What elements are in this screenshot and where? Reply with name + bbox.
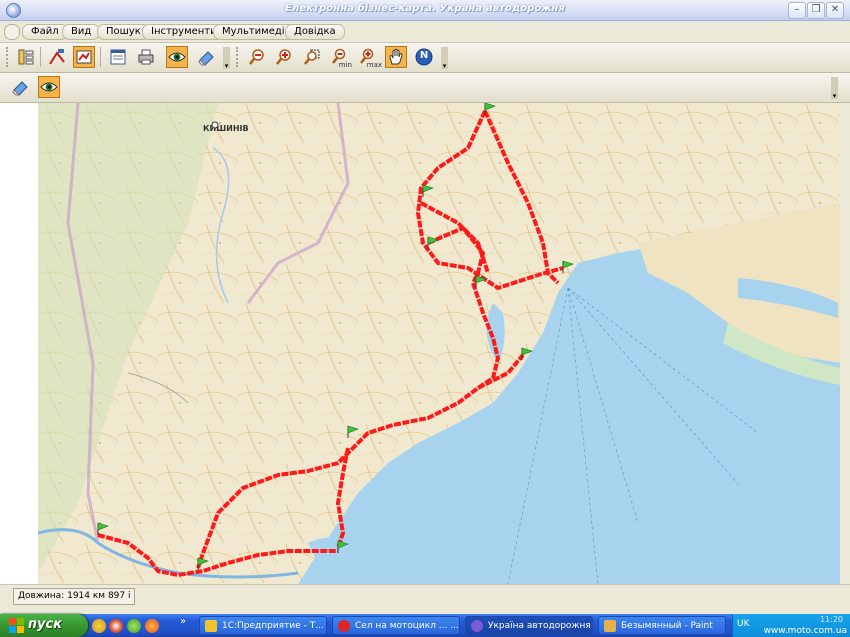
layers-button[interactable] [15, 46, 37, 68]
hand-icon [389, 48, 403, 65]
close-button[interactable]: ✕ [826, 2, 844, 19]
task-label: Україна автодорожня [488, 621, 591, 631]
quicklaunch-icon-1[interactable] [92, 619, 106, 633]
1c-icon [205, 620, 217, 632]
windows-logo-icon [9, 618, 24, 633]
toolbar-overflow[interactable]: ▾ [223, 47, 230, 70]
chrome-icon[interactable] [109, 619, 123, 633]
zoom-min-label: min [338, 61, 352, 69]
toolbar-overflow[interactable]: ▾ [831, 77, 838, 100]
eye-icon [40, 82, 58, 92]
show-route-button[interactable] [38, 76, 60, 98]
firefox-icon[interactable] [145, 619, 159, 633]
toolbar-grip [6, 47, 11, 67]
zoom-rect-button[interactable] [301, 46, 323, 68]
zoom-out-icon [249, 49, 264, 65]
toolbar-separator [100, 47, 101, 67]
toolbar-separator [40, 47, 41, 67]
title-bar[interactable]: Електронна бізнес-карта. Украна автодоро… [0, 0, 850, 21]
taskbar-item-paint[interactable]: Безымянный - Paint [598, 616, 726, 635]
route-tool-icon [49, 49, 65, 65]
menu-bar: Файл Вид Пошук Інструменти Мультимедіа Д… [0, 21, 850, 43]
menu-grip-icon [4, 24, 20, 40]
route-length-status: Довжина: 1914 км 897 і [13, 588, 136, 605]
start-label: пуск [28, 617, 62, 632]
task-label: Сел на мотоцикл ... ... [355, 621, 459, 631]
task-label: Безымянный - Paint [621, 621, 713, 631]
vertical-scrollbar[interactable] [840, 103, 850, 584]
opera-icon [338, 620, 350, 632]
menu-file[interactable]: Файл [22, 24, 68, 40]
clear-route-button[interactable] [9, 76, 31, 98]
navigator-label: N [419, 50, 429, 61]
task-label: 1С:Предприятие - Т... [222, 621, 324, 631]
zoom-out-button[interactable] [246, 46, 268, 68]
map-canvas: КИШИНІВ [38, 103, 840, 584]
restore-button[interactable]: ❐ [807, 2, 825, 19]
map-app-icon [471, 620, 483, 632]
properties-button[interactable] [107, 46, 129, 68]
paint-icon [604, 620, 616, 632]
map-view[interactable]: КИШИНІВ [38, 103, 840, 584]
printer-icon [138, 49, 154, 65]
city-marker [211, 121, 219, 129]
window-list-icon [110, 49, 126, 65]
minimize-button[interactable]: – [788, 2, 806, 19]
taskbar-item-opera[interactable]: Сел на мотоцикл ... ... [332, 616, 460, 635]
zoom-in-button[interactable] [273, 46, 295, 68]
zoom-max-label: max [366, 61, 382, 69]
toolbar-grip [236, 47, 241, 67]
quicklaunch-overflow[interactable]: » [180, 616, 186, 627]
city-label-chisinau: КИШИНІВ [203, 124, 249, 133]
zoom-max-button[interactable]: max [358, 46, 382, 69]
route-list-button[interactable] [73, 46, 95, 68]
navigator-button[interactable]: N [413, 46, 435, 68]
route-tool-button[interactable] [46, 46, 68, 68]
watermark: www.moto.com.ua [763, 626, 847, 636]
menu-view[interactable]: Вид [62, 24, 101, 40]
taskbar-item-map[interactable]: Україна автодорожня [465, 616, 593, 635]
taskbar: пуск » 1С:Предприятие - Т... Сел на мото… [0, 614, 850, 637]
menu-help[interactable]: Довідка [285, 24, 345, 40]
app-window: Електронна бізнес-карта. Украна автодоро… [0, 0, 850, 614]
route-list-icon [76, 50, 92, 64]
print-button[interactable] [135, 46, 157, 68]
secondary-toolbar: ▾ [0, 73, 850, 103]
main-toolbar: ▾ min max N ▾ [0, 43, 850, 73]
eraser-icon [12, 81, 28, 96]
zoom-in-icon [276, 49, 291, 65]
quicklaunch-icon-3[interactable] [127, 619, 141, 633]
eye-icon [168, 52, 186, 62]
view-eye-button[interactable] [166, 46, 188, 68]
taskbar-item-1c[interactable]: 1С:Предприятие - Т... [199, 616, 327, 635]
start-button[interactable]: пуск [0, 614, 88, 637]
toolbar-overflow[interactable]: ▾ [441, 47, 448, 70]
zoom-min-button[interactable]: min [330, 46, 352, 69]
side-panel [0, 103, 39, 584]
eraser-button[interactable] [195, 46, 217, 68]
pan-hand-button[interactable] [385, 46, 407, 68]
system-tray: UK 11:20 www.moto.com.ua [732, 614, 850, 637]
zoom-rectangle-icon [304, 49, 320, 65]
clock[interactable]: 11:20 [820, 615, 843, 624]
window-title: Електронна бізнес-карта. Украна автодоро… [285, 3, 565, 14]
eraser-icon [198, 51, 214, 66]
language-indicator[interactable]: UK [737, 619, 750, 629]
status-bar: Довжина: 1914 км 897 і [0, 584, 850, 609]
layers-icon [18, 49, 34, 65]
